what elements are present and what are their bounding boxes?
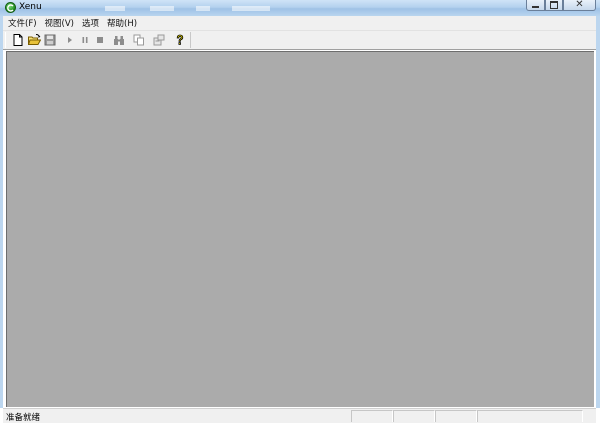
background-blur: [232, 6, 270, 11]
toolbar-button-group: [5, 32, 191, 48]
help-button[interactable]: [174, 34, 186, 46]
save-icon: [44, 34, 56, 46]
status-bar: 准备就绪: [3, 408, 596, 423]
copy-icon: [133, 34, 144, 46]
new-button[interactable]: [12, 34, 24, 46]
open-button[interactable]: [28, 34, 41, 46]
new-file-icon: [13, 34, 23, 46]
pause-icon: [82, 37, 88, 43]
binoculars-find-icon: [114, 36, 124, 45]
menu-file[interactable]: 文件(F): [3, 17, 41, 29]
menu-options[interactable]: 选项: [78, 17, 103, 29]
minimize-icon: [532, 6, 539, 8]
help-icon: [176, 34, 184, 45]
window-controls: ✕: [526, 0, 596, 12]
maximize-icon: [550, 1, 558, 9]
save-button[interactable]: [44, 34, 56, 46]
menu-view[interactable]: 视图(V): [41, 17, 78, 29]
close-button[interactable]: ✕: [563, 0, 596, 11]
stop-icon: [97, 37, 103, 43]
window-frame-right: [596, 16, 600, 408]
window-frame-left: [0, 16, 3, 408]
background-blur: [150, 6, 174, 11]
copy-button[interactable]: [133, 34, 145, 46]
stop-button[interactable]: [94, 34, 106, 46]
open-folder-icon: [28, 34, 41, 45]
background-blur: [105, 6, 125, 11]
play-button[interactable]: [64, 34, 76, 46]
minimize-button[interactable]: [526, 0, 545, 11]
status-pane: [435, 410, 477, 422]
maximize-button[interactable]: [545, 0, 563, 11]
status-pane: [477, 410, 583, 422]
status-pane: [351, 410, 393, 422]
properties-button[interactable]: [153, 34, 165, 46]
status-text: 准备就绪: [6, 413, 41, 423]
close-icon: ✕: [575, 0, 584, 10]
find-button[interactable]: [113, 34, 125, 46]
properties-icon: [153, 34, 165, 46]
toolbar: [3, 31, 596, 50]
pause-button[interactable]: [79, 34, 91, 46]
title-bar[interactable]: Xenu ✕: [0, 0, 600, 16]
menu-help[interactable]: 帮助(H): [103, 17, 141, 29]
play-icon: [68, 37, 72, 43]
client-area[interactable]: [6, 51, 594, 407]
xenu-app-icon[interactable]: [5, 2, 16, 13]
status-pane: [393, 410, 435, 422]
menu-bar: 文件(F) 视图(V) 选项 帮助(H): [3, 16, 596, 31]
background-blur: [196, 6, 210, 11]
window-title: Xenu: [19, 2, 42, 12]
